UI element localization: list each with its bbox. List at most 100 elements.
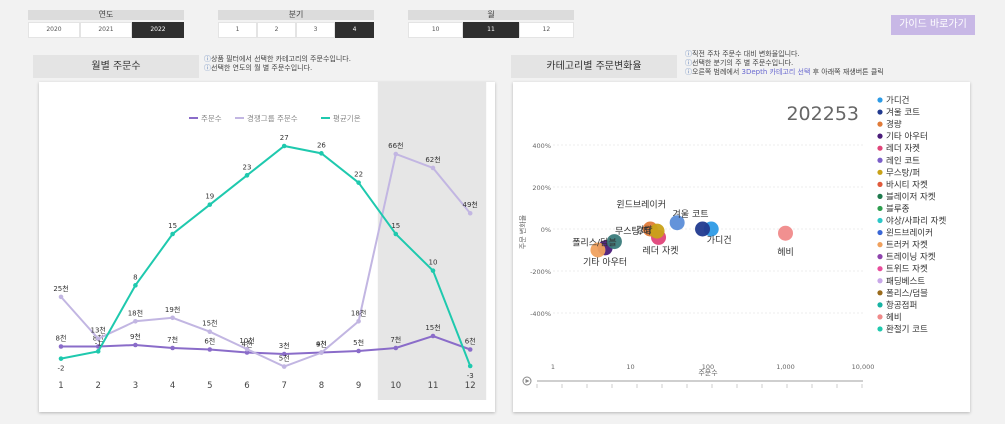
play-axis [522, 376, 863, 388]
x-tick-label: 10 [626, 363, 634, 371]
left-panel-title: 월별 주문수 [33, 55, 199, 78]
legend-item[interactable]: 트러커 자켓 [877, 240, 928, 251]
data-point [244, 346, 250, 352]
data-label: 10천 [239, 336, 254, 345]
data-point [58, 344, 64, 349]
data-label: 13천 [91, 326, 106, 335]
scatter-point [778, 225, 793, 241]
guide-button[interactable]: 가이드 바로가기 [891, 15, 975, 35]
legend-label: 트러커 자켓 [886, 240, 928, 251]
data-label: -3 [467, 372, 474, 380]
legend-item[interactable]: 겨울 코트 [877, 108, 920, 118]
data-label: 66천 [388, 141, 403, 150]
data-label: 22 [354, 171, 363, 179]
legend-marker [877, 157, 883, 163]
legend-marker [877, 217, 883, 224]
play-icon [525, 379, 530, 383]
legend-item[interactable]: 트위드 자켓 [877, 264, 928, 275]
year-option[interactable]: 2020 [28, 22, 80, 38]
legend-label: 트레이닝 자켓 [886, 252, 936, 263]
legend-label: 가디건 [886, 95, 909, 106]
scatter-legend: 가디건겨울 코트경량기타 아우터레더 자켓레인 코트무스탕/퍼바시티 자켓블레이… [877, 95, 946, 335]
month-slicer-label: 월 [408, 10, 574, 20]
legend-label: 평균기온 [333, 113, 361, 123]
data-point [95, 349, 101, 354]
data-point [207, 329, 213, 335]
highlight-band [377, 82, 487, 400]
legend-item[interactable]: 윈드브레이커 [877, 228, 933, 239]
x-tick-label: 9 [356, 381, 361, 391]
legend-marker [877, 326, 883, 332]
data-label: 8 [133, 273, 137, 281]
x-tick-label: 6 [244, 381, 249, 391]
x-tick-label: 2 [95, 381, 100, 391]
data-label: 18천 [128, 308, 143, 317]
quarter-options: 1234 [218, 22, 374, 38]
x-axis-title: 주문수 [698, 369, 718, 377]
legend-item[interactable]: 환절기 코트 [877, 324, 928, 335]
point-label: 폴리스/덤블 [572, 237, 616, 249]
quarter-option[interactable]: 4 [335, 22, 374, 38]
data-point [467, 210, 473, 216]
point-label: 겨울 코트 [673, 209, 709, 220]
data-label: -2 [58, 365, 65, 373]
data-point [58, 356, 64, 361]
legend-item[interactable]: 가디건 [877, 95, 909, 106]
legend-item[interactable]: 트레이닝 자켓 [877, 252, 936, 263]
legend-marker [877, 109, 883, 115]
line-legend: 주문수 경쟁그룹 주문수 평균기온 [189, 113, 361, 123]
legend-item[interactable]: 레더 자켓 [877, 143, 920, 154]
legend-marker [877, 302, 883, 308]
quarter-slicer-label: 분기 [218, 10, 374, 20]
legend-label: 레인 코트 [886, 155, 920, 166]
legend-item[interactable]: 헤비 [877, 313, 902, 323]
data-label: 9천 [316, 340, 327, 349]
quarter-option[interactable]: 3 [296, 22, 335, 38]
data-point [207, 347, 213, 352]
legend-label: 겨울 코트 [886, 108, 920, 118]
legend-item[interactable]: 바시티 자켓 [877, 179, 928, 190]
legend-item[interactable]: 기타 아우터 [877, 131, 928, 142]
legend-item[interactable]: 블루종 [877, 203, 910, 214]
legend-marker [877, 278, 883, 284]
legend-item[interactable]: 블레이저 자켓 [877, 191, 936, 202]
legend-item[interactable]: 레인 코트 [877, 155, 920, 166]
data-point [430, 333, 436, 339]
legend-item[interactable]: 경량 [877, 119, 902, 130]
data-label: 15천 [425, 323, 440, 332]
data-label: 15 [391, 222, 400, 230]
legend-label: 환절기 코트 [886, 324, 928, 335]
data-point [430, 268, 436, 273]
y-tick-label: 400% [532, 142, 551, 150]
legend-item[interactable]: 야상/사파리 자켓 [877, 216, 946, 227]
point-label: 헤비 [777, 246, 794, 258]
month-option[interactable]: 12 [518, 22, 574, 38]
data-label: 6천 [204, 337, 215, 346]
quarter-option[interactable]: 2 [257, 22, 296, 38]
data-label: 27 [280, 134, 289, 142]
legend-marker [877, 145, 883, 151]
x-tick-label: 5 [207, 381, 212, 391]
data-point [467, 363, 473, 369]
data-label: 9천 [130, 332, 141, 341]
legend-label: 주문수 [201, 114, 222, 123]
year-option[interactable]: 2021 [80, 22, 132, 38]
x-tick-label: 4 [170, 381, 175, 391]
data-point [356, 318, 361, 324]
legend-item[interactable]: 무스탕/퍼 [877, 167, 920, 178]
legend-item[interactable]: 패딩베스트 [877, 276, 925, 287]
month-option[interactable]: 10 [408, 22, 464, 38]
year-option[interactable]: 2022 [132, 22, 184, 38]
monthly-orders-chart: 주문수경쟁그룹 주문수평균기온8천8천9천7천6천4천3천4천5천7천15천6천… [53, 82, 487, 400]
data-point [356, 180, 361, 185]
month-option[interactable]: 11 [463, 22, 519, 38]
legend-marker [877, 97, 883, 103]
quarter-option[interactable]: 1 [218, 22, 257, 38]
legend-label: 경쟁그룹 주문수 [247, 113, 298, 123]
y-tick-label: -200% [530, 268, 551, 276]
legend-item[interactable]: 항공점퍼 [877, 300, 917, 311]
scatter-point [695, 221, 711, 237]
data-label: -1 [95, 339, 102, 347]
legend-item[interactable]: 폴리스/덤블 [877, 288, 928, 299]
right-note-1: ⓘ직전 주차 주문수 대비 변화율입니다. [685, 50, 800, 58]
